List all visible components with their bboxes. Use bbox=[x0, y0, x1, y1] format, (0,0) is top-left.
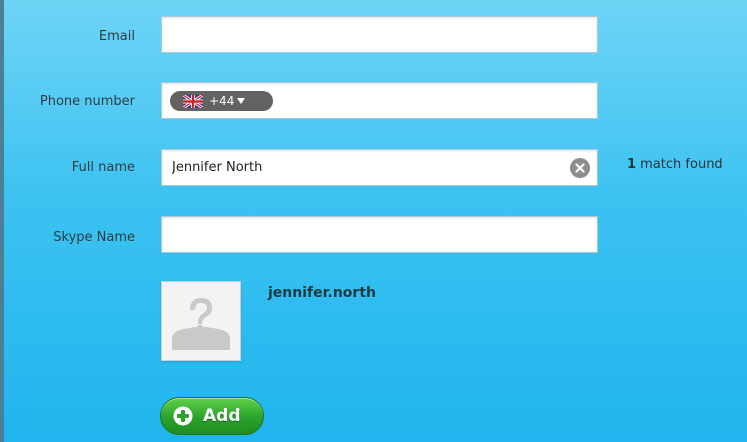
plus-icon bbox=[173, 406, 193, 426]
add-contact-button[interactable]: Add bbox=[160, 397, 264, 435]
country-code-selector[interactable]: +44 bbox=[170, 91, 273, 111]
clear-button[interactable] bbox=[570, 158, 590, 178]
add-label: Add bbox=[203, 406, 241, 426]
full-name-label: Full name bbox=[71, 160, 135, 175]
email-field[interactable] bbox=[162, 17, 597, 52]
skype-name-label: Skype Name bbox=[53, 230, 135, 245]
full-name-field-box[interactable] bbox=[161, 149, 598, 186]
chevron-down-icon bbox=[237, 98, 246, 104]
match-count: 1 bbox=[627, 157, 637, 172]
full-name-input[interactable] bbox=[162, 150, 597, 185]
match-suffix: match found bbox=[636, 157, 723, 172]
match-status: 1 match found bbox=[627, 157, 723, 172]
phone-label: Phone number bbox=[39, 94, 135, 109]
email-field-box[interactable] bbox=[161, 16, 598, 53]
unknown-user-icon bbox=[172, 298, 230, 350]
email-label: Email bbox=[98, 29, 135, 44]
avatar[interactable] bbox=[161, 281, 241, 361]
uk-flag-icon bbox=[183, 94, 203, 108]
result-username[interactable]: jennifer.north bbox=[268, 285, 376, 301]
skype-name-field-box[interactable] bbox=[161, 216, 598, 253]
window-edge bbox=[0, 0, 4, 442]
skype-name-input[interactable] bbox=[162, 217, 597, 252]
dial-code: +44 bbox=[209, 94, 235, 108]
phone-field-box[interactable]: +44 bbox=[161, 82, 598, 119]
close-icon bbox=[575, 163, 585, 173]
